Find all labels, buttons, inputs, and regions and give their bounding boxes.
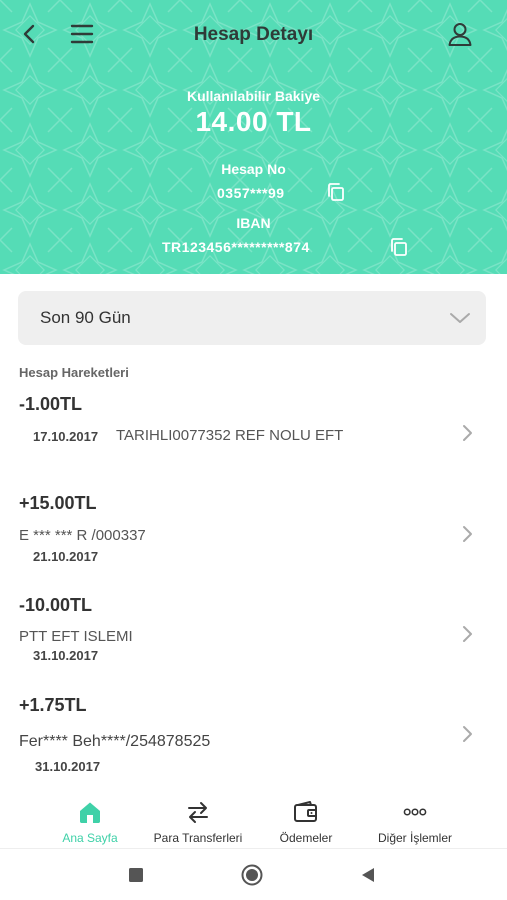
transaction-amount: +1.75TL bbox=[19, 695, 87, 715]
transaction-date: 17.10.2017 bbox=[33, 429, 99, 444]
account-header: Hesap Detayı Kullanılabilir Bakiye 14.00… bbox=[0, 0, 507, 274]
account-number-label: Hesap No bbox=[221, 161, 286, 177]
nav-payments-label: Ödemeler bbox=[279, 831, 333, 845]
transaction-date: 21.10.2017 bbox=[33, 549, 99, 564]
user-icon bbox=[448, 23, 472, 46]
chevron-right-icon bbox=[463, 425, 472, 441]
copy-iban-button[interactable] bbox=[389, 237, 409, 257]
transaction-date: 31.10.2017 bbox=[33, 648, 99, 663]
copy-icon bbox=[328, 183, 344, 201]
home-icon bbox=[80, 802, 100, 823]
system-navigation-bar bbox=[0, 849, 507, 900]
section-title: Hesap Hareketleri bbox=[19, 365, 129, 380]
nav-home[interactable]: Ana Sayfa bbox=[50, 794, 130, 848]
system-home-button[interactable] bbox=[240, 863, 264, 887]
balance-label: Kullanılabilir Bakiye bbox=[186, 88, 321, 104]
recent-apps-button[interactable] bbox=[124, 863, 148, 887]
account-content: Son 90 Gün Hesap Hareketleri -1.00TL 17.… bbox=[0, 274, 507, 794]
bottom-navigation: Ana Sayfa Para Transferleri Ödemeler Diğ… bbox=[0, 794, 507, 848]
copy-icon bbox=[391, 238, 407, 256]
transaction-description: PTT EFT ISLEMI bbox=[19, 628, 133, 645]
nav-payments[interactable]: Ödemeler bbox=[266, 794, 346, 848]
transaction-description: E *** *** R /000337 bbox=[19, 527, 146, 544]
iban-value: TR123456*********874 bbox=[162, 239, 310, 255]
transaction-row[interactable]: +1.75TL Fer**** Beh****/254878525 31.10.… bbox=[0, 695, 507, 775]
transaction-amount: +15.00TL bbox=[19, 493, 97, 513]
wallet-icon bbox=[294, 801, 317, 822]
page-title: Hesap Detayı bbox=[193, 24, 314, 45]
top-bar: Hesap Detayı bbox=[0, 0, 507, 70]
nav-transfers[interactable]: Para Transferleri bbox=[140, 794, 256, 848]
transaction-description: Fer**** Beh****/254878525 bbox=[19, 733, 211, 750]
transaction-row[interactable]: -10.00TL PTT EFT ISLEMI 31.10.2017 bbox=[0, 595, 507, 665]
transaction-amount: -1.00TL bbox=[19, 394, 83, 414]
period-selected-value: Son 90 Gün bbox=[40, 308, 131, 327]
chevron-down-icon bbox=[450, 313, 470, 323]
transaction-description: TARIHLI0077352 REF NOLU EFT bbox=[116, 427, 344, 444]
system-back-button[interactable] bbox=[356, 863, 380, 887]
nav-other-label: Diğer İşlemler bbox=[377, 831, 452, 845]
nav-transfers-label: Para Transferleri bbox=[153, 831, 243, 845]
more-dots-icon bbox=[403, 808, 427, 816]
copy-account-button[interactable] bbox=[326, 182, 346, 202]
circle-icon bbox=[241, 864, 263, 886]
chevron-right-icon bbox=[463, 726, 472, 742]
transaction-row[interactable]: +15.00TL E *** *** R /000337 21.10.2017 bbox=[0, 493, 507, 564]
nav-other-operations[interactable]: Diğer İşlemler bbox=[360, 794, 470, 848]
chevron-right-icon bbox=[463, 626, 472, 642]
transfer-arrows-icon bbox=[188, 802, 208, 823]
profile-button[interactable] bbox=[440, 14, 480, 54]
period-dropdown[interactable]: Son 90 Gün bbox=[18, 291, 486, 345]
nav-home-label: Ana Sayfa bbox=[62, 831, 118, 845]
account-number-value: 0357***99 bbox=[217, 185, 285, 201]
square-icon bbox=[129, 868, 143, 882]
transaction-amount: -10.00TL bbox=[19, 595, 93, 615]
transaction-date: 31.10.2017 bbox=[35, 759, 101, 774]
transaction-row[interactable]: -1.00TL 17.10.2017 TARIHLI0077352 REF NO… bbox=[0, 394, 507, 454]
balance-value: 14.00 TL bbox=[195, 106, 312, 137]
iban-label: IBAN bbox=[236, 215, 271, 231]
chevron-right-icon bbox=[463, 526, 472, 542]
triangle-back-icon bbox=[362, 868, 374, 882]
